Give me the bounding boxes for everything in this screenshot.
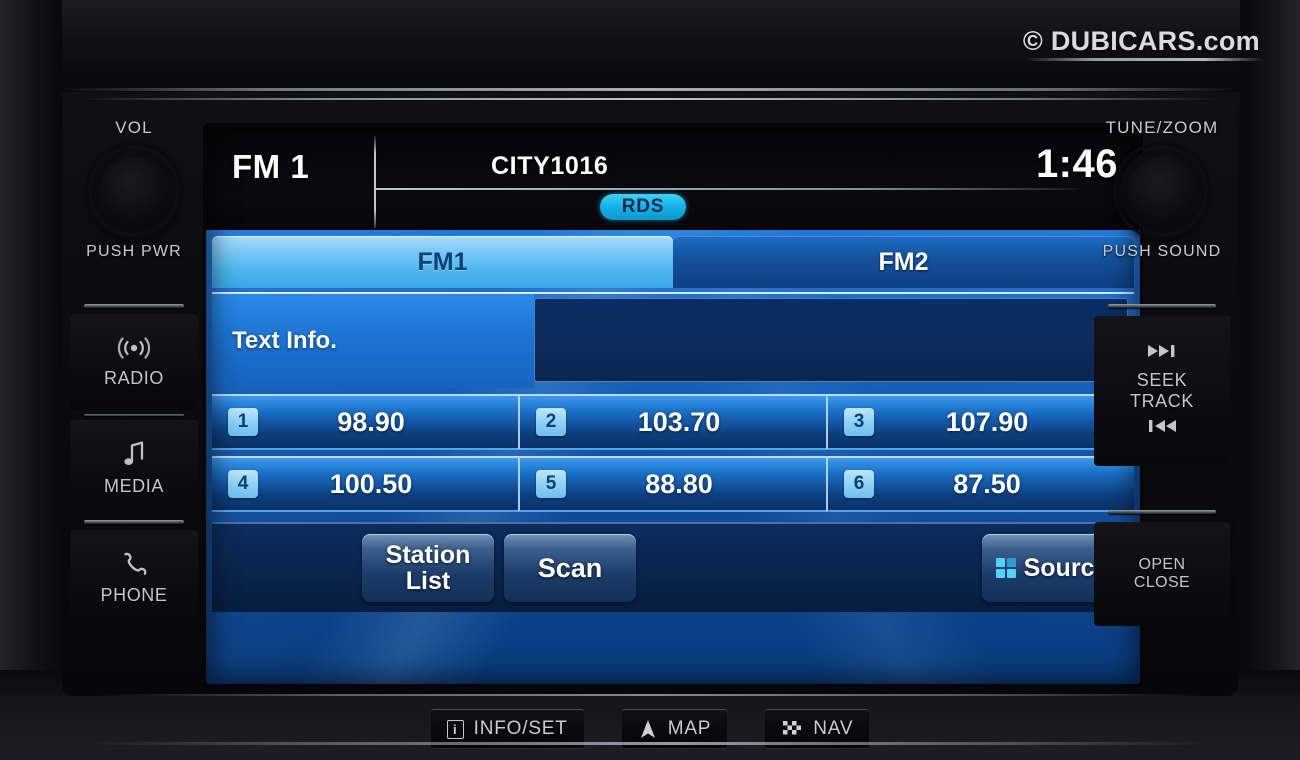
- seek-label-line1: SEEK: [1136, 370, 1188, 390]
- preset-frequency-4: 100.50: [329, 468, 413, 499]
- checkered-flag-icon: [781, 719, 803, 739]
- info-glyph: i: [446, 719, 464, 739]
- nav-label: NAV: [813, 718, 854, 739]
- phone-button-label: PHONE: [100, 585, 168, 605]
- open-close-line2: CLOSE: [1133, 574, 1191, 591]
- info-box-icon: i: [446, 719, 464, 739]
- dash-chrome-highlight: [60, 88, 1240, 91]
- header-horizontal-divider: [376, 188, 1076, 190]
- right-hardkey-column: TUNE/ZOOM PUSH SOUND SEEK TRACK OPEN CLO…: [1094, 118, 1230, 678]
- text-info-row[interactable]: Text Info.: [212, 292, 1134, 388]
- header-vertical-divider: [374, 136, 376, 228]
- seek-track-button[interactable]: SEEK TRACK: [1094, 316, 1230, 466]
- preset-number-2: 2: [536, 408, 566, 436]
- softkey-trim-top: [98, 694, 1202, 696]
- key-separator-3: [84, 520, 184, 524]
- preset-number-5: 5: [536, 470, 566, 498]
- scan-button[interactable]: Scan: [504, 534, 636, 602]
- info-set-label: INFO/SET: [473, 718, 568, 739]
- open-close-button[interactable]: OPEN CLOSE: [1094, 522, 1230, 626]
- media-button[interactable]: MEDIA: [70, 420, 198, 516]
- tune-zoom-knob[interactable]: [1116, 145, 1208, 237]
- dash-right-panel: [1240, 0, 1300, 760]
- preset-button-1[interactable]: 1 98.90: [212, 394, 518, 450]
- station-list-line-1: Station: [385, 540, 471, 569]
- phone-button[interactable]: PHONE: [70, 530, 198, 626]
- phone-handset-icon: [120, 550, 148, 581]
- preset-number-4: 4: [228, 470, 258, 498]
- navigation-arrow-icon: [638, 718, 658, 740]
- preset-number-1: 1: [228, 408, 258, 436]
- rds-badge: RDS: [600, 194, 686, 220]
- preset-number-6: 6: [844, 470, 874, 498]
- softkey-bar: i INFO/SET MAP NAV: [62, 700, 1238, 758]
- station-list-button-label: Station List: [386, 542, 471, 595]
- right-key-separator-2: [1108, 510, 1216, 514]
- preset-button-6[interactable]: 6 87.50: [826, 456, 1134, 512]
- music-note-icon: [121, 439, 147, 472]
- tab-fm2[interactable]: FM2: [673, 236, 1134, 288]
- preset-grid: 1 98.90 2 103.70 3 107.90 4 100.50 5 88.…: [212, 394, 1134, 516]
- scan-button-label: Scan: [537, 552, 603, 583]
- seek-prev-icon[interactable]: [1145, 418, 1179, 439]
- preset-button-5[interactable]: 5 88.80: [518, 456, 826, 512]
- preset-frequency-2: 103.70: [637, 406, 721, 437]
- preset-number-3: 3: [844, 408, 874, 436]
- station-list-line-2: List: [405, 567, 451, 595]
- preset-button-2[interactable]: 2 103.70: [518, 394, 826, 450]
- station-name: CITY1016: [491, 152, 609, 180]
- band-indicator: FM 1: [232, 148, 310, 185]
- tab-fm1[interactable]: FM1: [212, 236, 673, 288]
- volume-knob-group[interactable]: VOL PUSH PWR: [70, 118, 198, 261]
- tune-knob-top-label: TUNE/ZOOM: [1105, 118, 1219, 137]
- softkey-trim-bottom: [90, 742, 1210, 745]
- preset-button-3[interactable]: 3 107.90: [826, 394, 1134, 450]
- left-hardkey-column: VOL PUSH PWR RADIO MEDIA PHONE: [70, 118, 198, 678]
- open-close-line1: OPEN: [1138, 556, 1186, 573]
- screen-body: FM1 FM2 Text Info. 1 98.90 2 103.70 3 10…: [206, 230, 1140, 684]
- preset-row-bottom: 4 100.50 5 88.80 6 87.50: [212, 456, 1134, 512]
- antenna-waves-icon: [116, 335, 152, 364]
- watermark: © DUBICARS.com: [1022, 26, 1260, 56]
- tune-knob-group[interactable]: TUNE/ZOOM PUSH SOUND: [1094, 118, 1230, 261]
- vol-knob-bottom-label: PUSH PWR: [86, 243, 182, 260]
- dash-left-panel: [0, 0, 62, 760]
- preset-row-top: 1 98.90 2 103.70 3 107.90: [212, 394, 1134, 450]
- tab-fm2-label: FM2: [878, 247, 929, 276]
- head-unit-chrome-trim: [80, 98, 1220, 100]
- text-info-label: Text Info.: [212, 294, 534, 388]
- tune-knob-bottom-label: PUSH SOUND: [1102, 243, 1222, 260]
- volume-knob[interactable]: [88, 145, 180, 237]
- vol-knob-top-label: VOL: [115, 118, 153, 137]
- watermark-underline: [1024, 58, 1264, 61]
- right-key-separator-1: [1108, 304, 1216, 308]
- preset-button-4[interactable]: 4 100.50: [212, 456, 518, 512]
- band-tab-bar: FM1 FM2: [212, 236, 1134, 288]
- seek-label-line2: TRACK: [1129, 391, 1194, 411]
- grid-squares-icon: [995, 558, 1016, 578]
- infotainment-screen[interactable]: FM 1 CITY1016 RDS 1:46 FM1 FM2 Text Info…: [206, 126, 1140, 684]
- map-label: MAP: [667, 718, 712, 739]
- radio-button[interactable]: RADIO: [70, 314, 198, 410]
- preset-frequency-1: 98.90: [337, 406, 405, 437]
- head-unit-bezel: VOL PUSH PWR RADIO MEDIA PHONE FM 1 CITY…: [62, 92, 1238, 696]
- seek-next-icon[interactable]: [1145, 343, 1179, 364]
- media-button-label: MEDIA: [103, 476, 164, 496]
- screen-header: FM 1 CITY1016 RDS 1:46: [206, 126, 1140, 230]
- text-info-display: [534, 298, 1128, 382]
- key-separator-1: [84, 304, 184, 308]
- screen-action-bar: Station List Scan Source: [212, 522, 1134, 612]
- tab-fm1-label: FM1: [417, 247, 468, 276]
- preset-frequency-5: 88.80: [645, 468, 713, 499]
- dashboard-console: © DUBICARS.com VOL PUSH PWR RADIO MEDIA …: [0, 0, 1300, 760]
- station-list-button[interactable]: Station List: [362, 534, 494, 602]
- radio-button-label: RADIO: [103, 368, 164, 388]
- key-separator-2: [84, 414, 184, 416]
